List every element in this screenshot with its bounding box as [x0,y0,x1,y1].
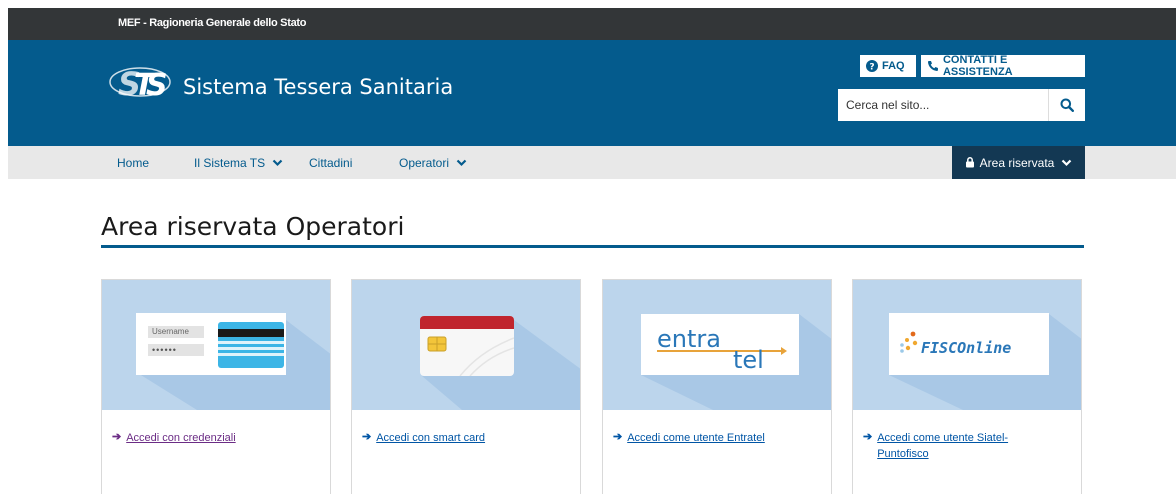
faq-label: FAQ [882,60,905,72]
login-smartcard-link[interactable]: Accedi con smart card [376,430,485,446]
smart-card-icon [420,316,514,376]
top-bar: MEF - Ragioneria Generale dello Stato [8,8,1176,40]
question-circle-icon: ? [866,60,878,72]
contact-label: CONTATTI E ASSISTENZA [942,54,1013,78]
arrow-right-icon: ➔ [362,431,372,443]
main-nav: Home Il Sistema TS Cittadini Operatori A… [8,146,1176,179]
svg-text:S: S [146,68,168,102]
nav-label: Il Sistema TS [194,156,266,170]
search-box [838,89,1085,121]
fisconline-logo-text: FISCOnline [921,339,1011,357]
nav-item-cittadini[interactable]: Cittadini [309,156,352,170]
faq-button[interactable]: ? FAQ [860,55,916,77]
search-button[interactable] [1048,89,1085,121]
fisconline-logo-card: FISCOnline [889,313,1049,375]
card-link[interactable]: ➔ Accedi con credenziali [112,430,236,446]
card-link[interactable]: ➔ Accedi con smart card [362,430,485,446]
chevron-down-icon [456,159,467,167]
card-link[interactable]: ➔ Accedi come utente Entratel [613,430,765,446]
login-siatel-link[interactable]: Accedi come utente Siatel-Puntofisco [877,430,1047,462]
card-banner: Username •••••• [102,280,330,410]
chevron-down-icon [272,159,283,167]
arrow-right-icon: ➔ [112,431,122,443]
username-field-image: Username [148,326,204,338]
card-banner [352,280,580,410]
nav-item-home[interactable]: Home [117,156,149,170]
entratel-logo-card: entra tel [641,314,799,375]
nav-label: Operatori [399,156,450,170]
entratel-logo-icon: entra tel [657,325,787,374]
lock-icon [965,157,974,168]
fisconline-logo-icon: FISCOnline [900,331,1011,357]
card-link[interactable]: ➔ Accedi come utente Siatel-Puntofisco [863,430,1047,462]
area-riservata-label: Area riservata [979,155,1055,170]
login-card-entratel[interactable]: entra tel ➔ Accedi come utente Entratel [602,279,832,494]
nav-label: Cittadini [309,156,353,170]
contact-button[interactable]: CONTATTI E ASSISTENZA [921,54,1085,78]
entratel-logo-part1: entra [657,325,721,353]
arrow-right-icon: ➔ [613,431,623,443]
search-icon [1060,98,1074,112]
login-card-fisconline[interactable]: FISCOnline ➔ Accedi come utente Siatel-P… [852,279,1082,494]
login-card-credentials[interactable]: Username •••••• ➔ Accedi con credenziali [101,279,331,494]
nav-item-sistema-ts[interactable]: Il Sistema TS [194,156,283,170]
nav-item-operatori[interactable]: Operatori [399,156,467,170]
entratel-logo-part2: tel [733,346,764,374]
sts-logo-icon[interactable]: S T S [106,62,176,102]
card-banner: FISCOnline [853,280,1081,410]
site-title[interactable]: Sistema Tessera Sanitaria [183,75,453,99]
ministry-link[interactable]: MEF - Ragioneria Generale dello Stato [118,17,306,29]
site-header: S T S Sistema Tessera Sanitaria ? FAQ CO… [8,40,1176,146]
area-riservata-button[interactable]: Area riservata [952,146,1085,179]
nav-label: Home [117,156,150,170]
login-entratel-link[interactable]: Accedi come utente Entratel [627,430,765,446]
arrow-right-icon: ➔ [863,431,873,443]
page-title: Area riservata Operatori [101,212,405,241]
password-field-image: •••••• [148,344,204,356]
credentials-illustration: Username •••••• [136,313,286,375]
login-card-smartcard[interactable]: ➔ Accedi con smart card [351,279,581,494]
title-divider [101,245,1084,248]
phone-icon [927,61,938,71]
card-banner: entra tel [603,280,831,410]
search-input[interactable] [838,89,1048,121]
svg-text:?: ? [869,63,874,73]
chevron-down-icon [1062,159,1072,166]
login-credentials-link[interactable]: Accedi con credenziali [126,430,235,446]
credit-card-icon [218,322,284,368]
